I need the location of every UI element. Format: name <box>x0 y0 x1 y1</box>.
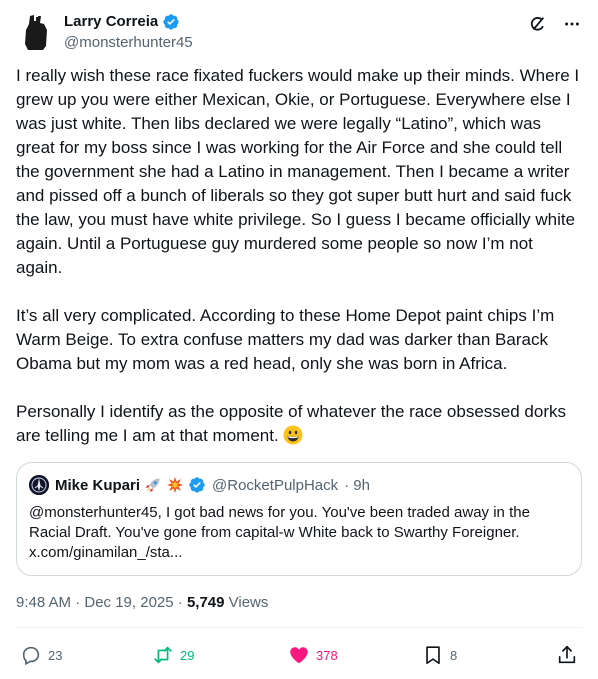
bookmark-icon <box>426 646 440 665</box>
like-count: 378 <box>316 647 338 663</box>
bookmark-button[interactable]: 8 <box>422 640 457 670</box>
quote-author-avatar <box>29 475 49 495</box>
quoted-tweet[interactable]: Mike Kupari @RocketPulpHack · 9h @monste… <box>16 462 582 576</box>
collision-emoji <box>167 477 184 493</box>
tweet-timestamp[interactable]: 9:48 AM · Dec 19, 2025 · <box>16 594 187 611</box>
rocket-emoji <box>146 478 160 492</box>
verified-badge-icon <box>189 477 205 493</box>
author-display-name[interactable]: Larry Correia <box>64 12 158 32</box>
reply-icon <box>22 646 40 666</box>
views-label: Views <box>224 594 269 611</box>
bookmark-count: 8 <box>450 647 458 663</box>
tweet-paragraph-last: Personally I identify as the opposite of… <box>16 400 582 448</box>
author-avatar[interactable] <box>16 12 56 52</box>
like-button[interactable]: 378 <box>288 640 338 670</box>
quote-timestamp: · 9h <box>344 476 370 494</box>
repost-button[interactable]: 29 <box>152 640 194 670</box>
like-icon <box>290 647 308 664</box>
share-icon <box>558 645 576 664</box>
reply-button[interactable]: 23 <box>20 640 62 670</box>
divider <box>16 627 582 628</box>
repost-count: 29 <box>180 647 195 663</box>
author-handle[interactable]: @monsterhunter45 <box>64 33 193 53</box>
grok-icon[interactable] <box>528 14 548 34</box>
quote-text: @monsterhunter45, I got bad news for you… <box>29 504 530 561</box>
quote-header: Mike Kupari @RocketPulpHack · 9h <box>29 475 569 495</box>
repost-icon <box>154 646 172 664</box>
header-actions <box>528 14 582 34</box>
action-bar: 23 29 378 8 <box>0 640 598 670</box>
tweet-paragraph: I really wish these race fixated fuckers… <box>16 66 580 277</box>
share-button[interactable] <box>556 640 578 670</box>
tweet-paragraph: It’s all very complicated. According to … <box>16 306 555 373</box>
reply-count: 23 <box>48 647 63 663</box>
quote-author-name: Mike Kupari <box>55 476 141 494</box>
tweet-body: I really wish these race fixated fuckers… <box>16 64 582 448</box>
grinning-emoji <box>283 425 303 445</box>
verified-badge-icon <box>163 14 179 30</box>
views-count: 5,749 <box>186 594 225 611</box>
author-name-row[interactable]: Larry Correia <box>64 12 180 32</box>
tweet-meta: 9:48 AM · Dec 19, 2025 · 5,749 Views <box>16 593 268 613</box>
quote-author-handle: @RocketPulpHack <box>212 476 339 494</box>
more-icon[interactable] <box>562 14 582 34</box>
